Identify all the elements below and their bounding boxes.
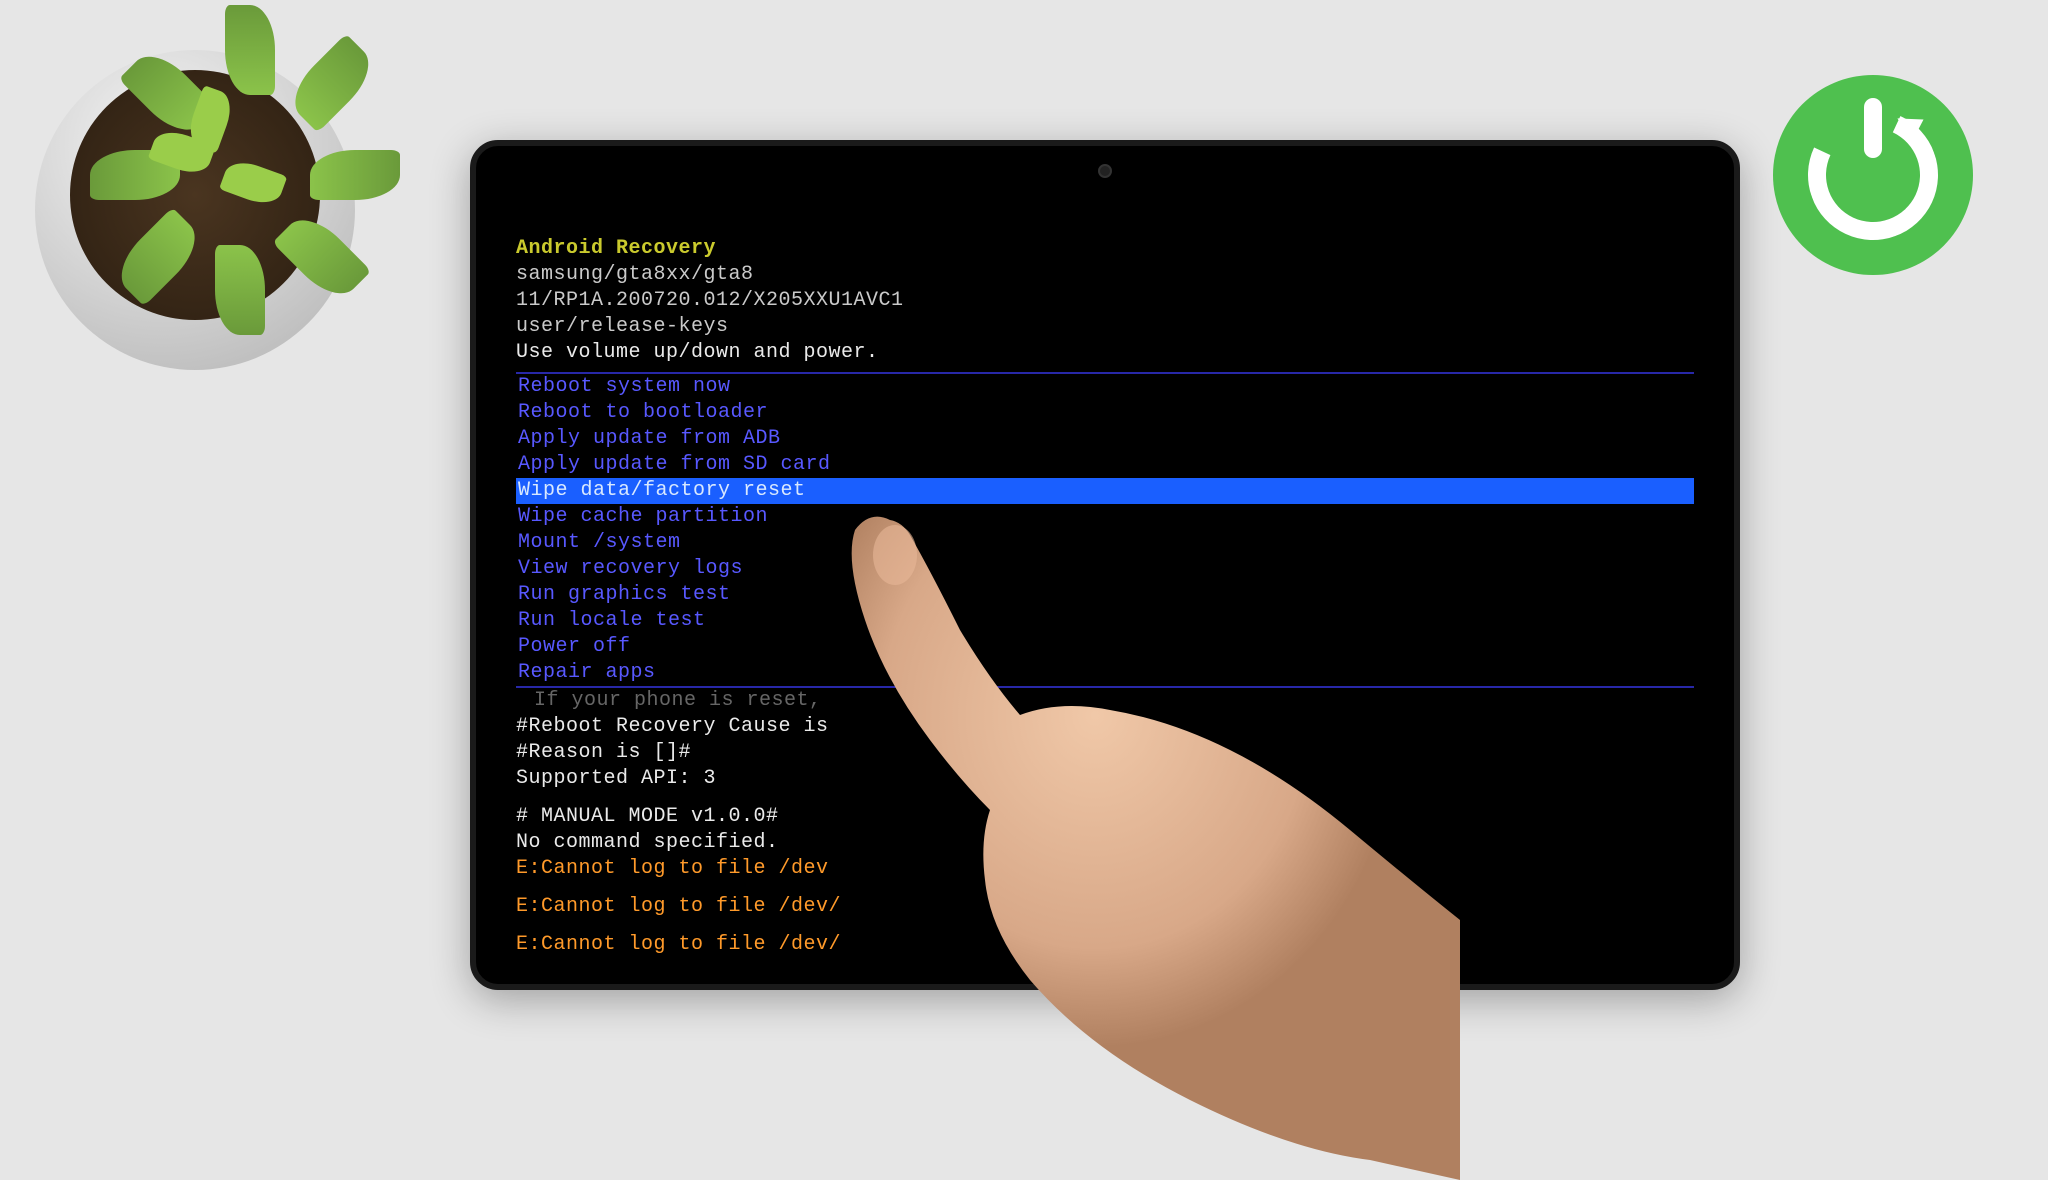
recovery-screen: Android Recovery samsung/gta8xx/gta8 11/… bbox=[516, 236, 1694, 944]
log-reboot-cause: #Reboot Recovery Cause is bbox=[516, 714, 1694, 740]
power-reset-icon bbox=[1808, 110, 1938, 240]
recovery-menu: Reboot system now Reboot to bootloader A… bbox=[516, 372, 1694, 688]
menu-apply-update-adb[interactable]: Apply update from ADB bbox=[516, 426, 1694, 452]
menu-note: If your phone is reset, bbox=[516, 688, 1694, 714]
log-api: Supported API: 3 bbox=[516, 766, 1694, 792]
tablet-device: Android Recovery samsung/gta8xx/gta8 11/… bbox=[470, 140, 1740, 990]
brand-logo bbox=[1773, 75, 1973, 275]
log-no-command: No command specified. bbox=[516, 830, 1694, 856]
log-error-1: E:Cannot log to file /dev bbox=[516, 856, 1694, 882]
recovery-title: Android Recovery bbox=[516, 236, 1694, 262]
menu-repair-apps[interactable]: Repair apps bbox=[516, 660, 1694, 686]
menu-reboot-system[interactable]: Reboot system now bbox=[516, 374, 1694, 400]
build-line: 11/RP1A.200720.012/X205XXU1AVC1 bbox=[516, 288, 1694, 314]
plant-decoration bbox=[20, 20, 370, 370]
menu-graphics-test[interactable]: Run graphics test bbox=[516, 582, 1694, 608]
hint-line: Use volume up/down and power. bbox=[516, 340, 1694, 366]
front-camera bbox=[1098, 164, 1112, 178]
log-error-3: E:Cannot log to file /dev/ bbox=[516, 932, 1694, 958]
menu-view-logs[interactable]: View recovery logs bbox=[516, 556, 1694, 582]
menu-reboot-bootloader[interactable]: Reboot to bootloader bbox=[516, 400, 1694, 426]
menu-power-off[interactable]: Power off bbox=[516, 634, 1694, 660]
log-error-2: E:Cannot log to file /dev/ bbox=[516, 894, 1694, 920]
menu-wipe-cache[interactable]: Wipe cache partition bbox=[516, 504, 1694, 530]
menu-wipe-data[interactable]: Wipe data/factory reset bbox=[516, 478, 1694, 504]
menu-locale-test[interactable]: Run locale test bbox=[516, 608, 1694, 634]
keys-line: user/release-keys bbox=[516, 314, 1694, 340]
log-manual-mode: # MANUAL MODE v1.0.0# bbox=[516, 804, 1694, 830]
menu-mount-system[interactable]: Mount /system bbox=[516, 530, 1694, 556]
log-reason: #Reason is []# bbox=[516, 740, 1694, 766]
device-line: samsung/gta8xx/gta8 bbox=[516, 262, 1694, 288]
menu-apply-update-sd[interactable]: Apply update from SD card bbox=[516, 452, 1694, 478]
